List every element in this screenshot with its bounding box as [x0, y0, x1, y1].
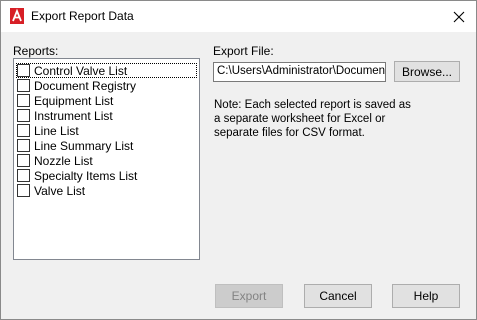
list-item-specialty-items-list[interactable]: Specialty Items List: [16, 168, 197, 183]
cancel-button[interactable]: Cancel: [304, 284, 372, 308]
checkbox[interactable]: [17, 154, 30, 167]
list-item-control-valve-list[interactable]: Control Valve List: [16, 63, 197, 78]
checkbox[interactable]: [17, 124, 30, 137]
list-item-label: Instrument List: [34, 108, 113, 123]
export-file-field[interactable]: C:\Users\Administrator\Documents\: [213, 62, 386, 82]
list-item-line-list[interactable]: Line List: [16, 123, 197, 138]
help-button[interactable]: Help: [392, 284, 460, 308]
reports-list[interactable]: Control Valve List Document Registry Equ…: [13, 58, 200, 260]
list-item-label: Control Valve List: [34, 63, 128, 78]
list-item-line-summary-list[interactable]: Line Summary List: [16, 138, 197, 153]
list-item-label: Specialty Items List: [34, 168, 138, 183]
checkbox[interactable]: [17, 184, 30, 197]
list-item-label: Valve List: [34, 183, 86, 198]
list-item-label: Line List: [34, 123, 79, 138]
list-item-valve-list[interactable]: Valve List: [16, 183, 197, 198]
checkbox[interactable]: [17, 79, 30, 92]
list-item-document-registry[interactable]: Document Registry: [16, 78, 197, 93]
browse-button[interactable]: Browse...: [394, 61, 460, 82]
list-item-label: Document Registry: [34, 78, 137, 93]
export-file-label: Export File:: [213, 44, 274, 58]
autocad-app-icon: [10, 8, 24, 24]
note-text: Note: Each selected report is saved as a…: [214, 99, 411, 139]
export-button[interactable]: Export: [215, 284, 283, 308]
reports-label: Reports:: [13, 44, 59, 58]
checkbox[interactable]: [17, 169, 30, 182]
close-button[interactable]: [442, 1, 476, 32]
list-item-nozzle-list[interactable]: Nozzle List: [16, 153, 197, 168]
checkbox[interactable]: [17, 139, 30, 152]
dialog-title: Export Report Data: [31, 9, 134, 23]
list-item-label: Nozzle List: [34, 153, 93, 168]
close-icon: [453, 11, 465, 22]
checkbox[interactable]: [17, 64, 30, 77]
checkbox[interactable]: [17, 109, 30, 122]
export-report-dialog: Export Report Data Reports: Control Valv…: [0, 0, 477, 320]
title-bar: Export Report Data: [1, 1, 476, 32]
checkbox[interactable]: [17, 94, 30, 107]
list-item-label: Equipment List: [34, 93, 114, 108]
list-item-instrument-list[interactable]: Instrument List: [16, 108, 197, 123]
list-item-equipment-list[interactable]: Equipment List: [16, 93, 197, 108]
list-item-label: Line Summary List: [34, 138, 134, 153]
